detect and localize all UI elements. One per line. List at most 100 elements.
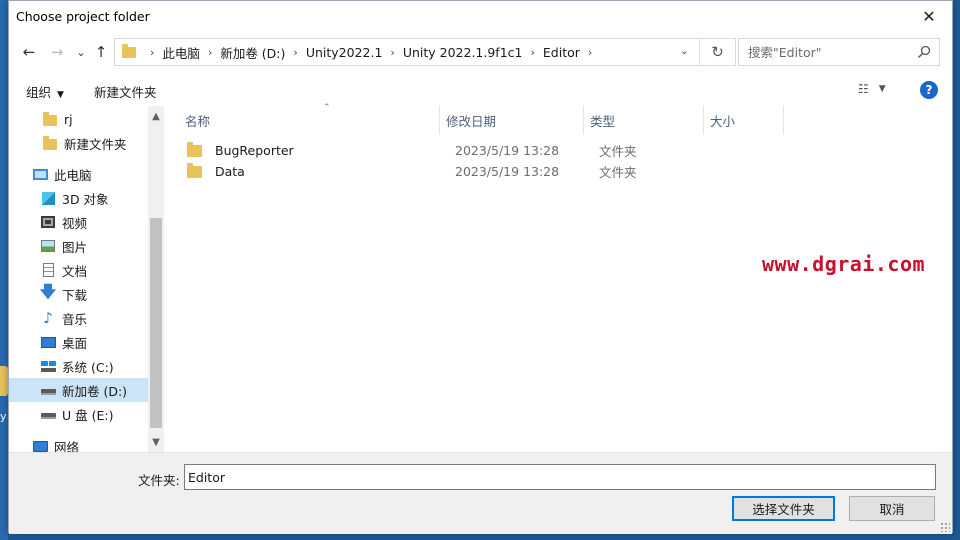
system-drive-icon [40,358,56,374]
sidebar-item-drive-e[interactable]: U 盘 (E:) [9,402,148,426]
title-bar: Choose project folder ✕ [9,1,952,32]
sidebar-item-label: 新建文件夹 [64,136,127,152]
navigation-pane-scrollbar[interactable]: ▲ ▼ [148,106,164,452]
table-row[interactable]: Data 2023/5/19 13:28 文件夹 [184,161,884,182]
sidebar-item-desktop[interactable]: 桌面 [9,330,148,354]
sidebar-item-3d-objects[interactable]: 3D 对象 [9,186,148,210]
new-folder-button[interactable]: 新建文件夹 [94,82,157,101]
sort-ascending-icon: ⌃ [323,103,331,113]
computer-icon [32,166,48,182]
sidebar-item-new-folder[interactable]: 新建文件夹 [9,131,148,155]
watermark-text: www.dgrai.com [762,252,926,276]
navigation-pane: rj 新建文件夹 此电脑 3D 对象 视频 图片 文档 🡇 下载 ♪ 音乐 桌面… [9,106,164,452]
address-bar[interactable]: › 此电脑 › 新加卷 (D:) › Unity2022.1 › Unity 2… [114,38,736,66]
file-type: 文件夹 [599,144,637,159]
sidebar-item-label: 3D 对象 [62,191,109,207]
search-input[interactable] [739,39,909,65]
folder-icon [122,43,136,58]
sidebar-item-documents[interactable]: 文档 [9,258,148,282]
sidebar-item-label: U 盘 (E:) [62,407,114,423]
caret-down-icon: ▼ [878,84,886,94]
address-history-chevron-icon[interactable]: ⌄ [680,44,689,57]
file-date: 2023/5/19 13:28 [455,143,560,158]
folder-icon [187,141,202,157]
desktop-background [0,0,8,540]
caret-down-icon: ▼ [57,90,64,100]
recent-locations-chevron-icon[interactable]: ⌄ [70,42,92,62]
column-header-label: 名称 [185,113,211,129]
resize-grip[interactable] [940,522,950,532]
sidebar-item-drive-c[interactable]: 系统 (C:) [9,354,148,378]
sidebar-item-network[interactable]: 网络 [9,434,148,452]
file-date: 2023/5/19 13:28 [455,164,560,179]
scroll-up-arrow-icon[interactable]: ▲ [148,106,164,126]
organize-button[interactable]: 组织 ▼ [26,82,64,101]
sidebar-item-label: 文档 [62,263,88,279]
sidebar-item-drive-d[interactable]: 新加卷 (D:) [9,378,148,402]
up-arrow-icon[interactable]: ↑ [90,42,112,62]
column-header-size[interactable]: 大小 [704,106,784,134]
desktop-folder-icon[interactable] [0,366,8,396]
column-header-name[interactable]: 名称 ⌃ [179,103,440,134]
sidebar-item-label: 桌面 [62,335,88,351]
table-row[interactable]: BugReporter 2023/5/19 13:28 文件夹 [184,140,884,161]
chevron-right-icon[interactable]: › [530,46,534,59]
search-box [738,38,940,66]
file-list: 名称 ⌃ 修改日期 类型 大小 BugReporter 2023/5/19 13… [164,103,952,452]
folder-icon [187,162,202,178]
close-button[interactable]: ✕ [906,1,952,32]
choose-folder-dialog: Choose project folder ✕ ← → ⌄ ↑ › 此电脑 › … [8,0,953,534]
cancel-button[interactable]: 取消 [849,496,935,521]
sidebar-item-videos[interactable]: 视频 [9,210,148,234]
sidebar-item-label: 视频 [62,215,88,231]
desktop-icon [40,334,56,350]
search-icon[interactable] [917,45,931,59]
sidebar-item-label: 新加卷 (D:) [62,383,128,399]
sidebar-item-music[interactable]: ♪ 音乐 [9,306,148,330]
folder-icon [42,111,58,127]
sidebar-item-rj[interactable]: rj [9,107,148,131]
folder-field-label: 文件夹: [138,473,180,488]
refresh-icon[interactable]: ↻ [699,39,735,65]
chevron-right-icon[interactable]: › [588,46,592,59]
video-icon [40,214,56,230]
breadcrumb-drive-d[interactable]: 新加卷 (D:) [220,43,285,62]
chevron-right-icon[interactable]: › [390,46,394,59]
folder-icon [42,135,58,151]
chevron-right-icon[interactable]: › [150,46,154,59]
sidebar-item-downloads[interactable]: 🡇 下载 [9,282,148,306]
breadcrumb-this-pc[interactable]: 此电脑 [162,43,200,62]
dialog-footer: 文件夹: 选择文件夹 取消 [9,452,952,534]
file-type: 文件夹 [599,165,637,180]
column-header-date[interactable]: 修改日期 [440,106,584,134]
column-header-type[interactable]: 类型 [584,106,704,134]
view-options-button[interactable]: ☷ ▼ [858,82,886,96]
sidebar-item-label: rj [64,111,73,127]
download-icon: 🡇 [39,281,57,301]
file-name: BugReporter [215,143,294,158]
select-folder-button[interactable]: 选择文件夹 [732,496,835,521]
pictures-icon [40,238,56,254]
sidebar-item-this-pc[interactable]: 此电脑 [9,162,148,186]
chevron-right-icon[interactable]: › [208,46,212,59]
breadcrumb-unity2022[interactable]: Unity2022.1 [306,45,383,60]
scroll-down-arrow-icon[interactable]: ▼ [148,432,164,452]
forward-arrow-icon[interactable]: → [46,42,68,62]
breadcrumb-unity-version[interactable]: Unity 2022.1.9f1c1 [403,45,523,60]
window-title: Choose project folder [16,9,150,24]
command-toolbar: 组织 ▼ 新建文件夹 ☷ ▼ ? [9,74,952,106]
breadcrumb-editor[interactable]: Editor [543,45,580,60]
scroll-thumb[interactable] [150,218,162,428]
sidebar-item-label: 图片 [62,239,88,255]
folder-name-input[interactable] [184,464,936,490]
sidebar-item-label: 系统 (C:) [62,359,114,375]
sidebar-item-label: 网络 [54,439,80,453]
help-icon[interactable]: ? [920,81,938,99]
back-arrow-icon[interactable]: ← [18,42,40,62]
drive-icon [40,382,56,398]
view-list-icon: ☷ [858,82,869,96]
chevron-right-icon[interactable]: › [293,46,297,59]
file-name: Data [215,164,245,179]
sidebar-item-pictures[interactable]: 图片 [9,234,148,258]
sidebar-item-label: 下载 [62,287,88,303]
